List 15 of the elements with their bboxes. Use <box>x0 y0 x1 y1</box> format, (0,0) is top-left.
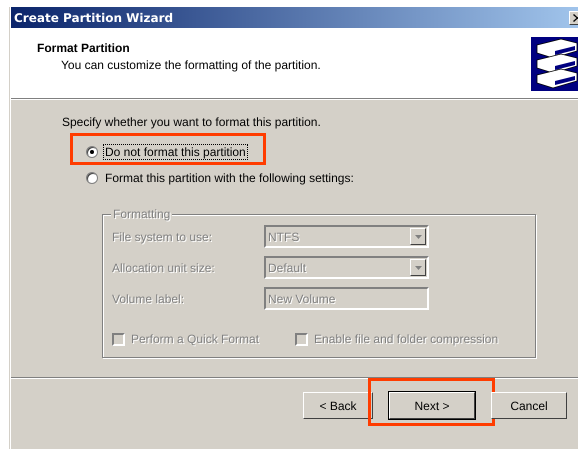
option-label[interactable]: Format this partition with the following settings: <box>103 170 356 186</box>
field-label: Allocation unit size: <box>112 260 216 274</box>
page-subtitle: You can customize the formatting of the partition. <box>60 58 321 72</box>
wizard-button[interactable]: Cancel <box>491 392 567 419</box>
group-title: Formatting <box>111 207 172 221</box>
page-title: Format Partition <box>37 41 131 55</box>
radio-button[interactable] <box>86 172 98 184</box>
field-label: File system to use: <box>112 230 214 244</box>
field-label: Volume label: <box>112 292 186 306</box>
option-label[interactable]: Do not format this partition <box>103 144 248 160</box>
wizard-button[interactable]: Next > <box>389 392 475 419</box>
instruction-text: Specify whether you want to format this partition. <box>62 115 322 129</box>
window-title: Create Partition Wizard <box>14 10 174 24</box>
wizard-button[interactable]: < Back <box>303 392 373 419</box>
radio-button[interactable] <box>86 146 98 158</box>
